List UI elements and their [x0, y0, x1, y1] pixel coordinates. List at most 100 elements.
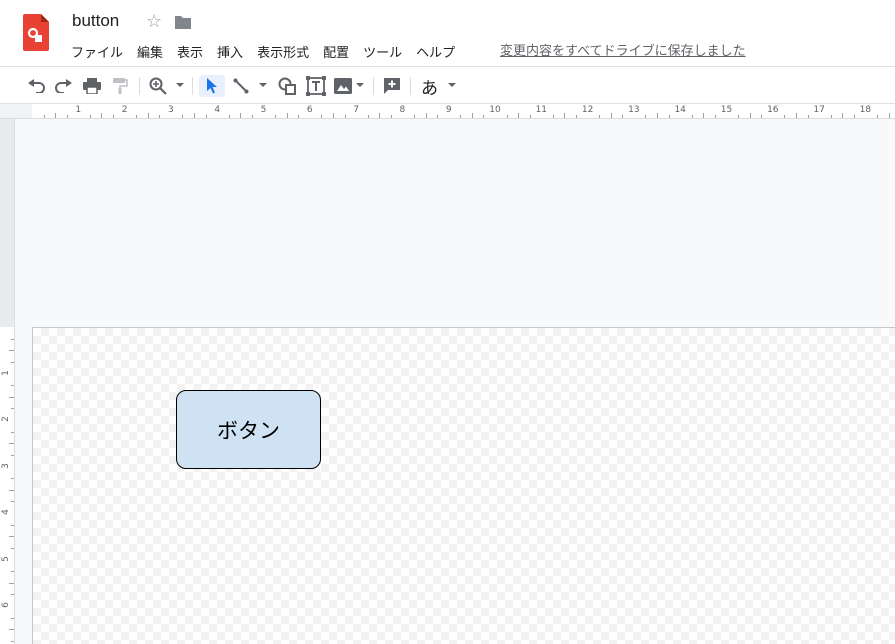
zoom-button[interactable]	[148, 75, 168, 97]
ruler-tick	[11, 385, 14, 387]
ruler-label: 11	[535, 105, 548, 115]
line-icon	[233, 78, 249, 94]
ruler-tick	[11, 338, 14, 340]
ruler-tick	[668, 115, 670, 118]
ruler-label: 5	[0, 555, 11, 562]
select-tool-button[interactable]	[199, 75, 225, 97]
menu-file[interactable]: ファイル	[71, 42, 123, 61]
ruler-label: 10	[489, 105, 501, 115]
ruler-tick	[749, 113, 751, 118]
text-style-dropdown-icon[interactable]	[448, 83, 456, 87]
add-comment-button[interactable]	[382, 75, 402, 97]
toolbar-divider	[410, 77, 411, 95]
ruler-tick	[194, 113, 196, 118]
ruler-label: 7	[353, 105, 359, 115]
textbox-icon	[306, 76, 326, 96]
image-tool-button[interactable]	[333, 75, 353, 97]
ruler-tick	[11, 431, 14, 433]
horizontal-ruler[interactable]: 1 2 3 4 5 6 7 8 9 10 11 12 13 14 15 16 17 18	[0, 104, 895, 119]
print-button[interactable]	[82, 75, 102, 97]
ruler-tick	[9, 396, 14, 398]
ruler-tick	[275, 115, 277, 118]
ruler-tick	[43, 115, 45, 118]
ruler-label: 4	[0, 509, 11, 515]
ruler-tick	[610, 113, 612, 118]
ruler-tick	[9, 443, 14, 445]
drawings-app: button ☆ ファイル 編集 表示 挿入 表示形式 配置 ツール ヘルプ 変…	[0, 0, 895, 644]
ruler-tick	[425, 113, 427, 118]
button-shape-text: ボタン	[217, 418, 280, 443]
menu-edit[interactable]: 編集	[137, 42, 163, 61]
line-tool-button[interactable]	[231, 75, 251, 97]
ruler-tick	[228, 115, 230, 118]
drawings-logo-icon[interactable]	[23, 14, 49, 51]
ruler-tick	[437, 115, 439, 118]
redo-button[interactable]	[54, 75, 74, 97]
redo-icon	[55, 79, 72, 93]
menu-insert[interactable]: 挿入	[217, 42, 243, 61]
ruler-tick	[11, 617, 14, 619]
ruler-label: 1	[0, 369, 11, 376]
ruler-tick	[11, 478, 14, 480]
ruler-tick	[321, 115, 323, 118]
line-dropdown-icon[interactable]	[259, 83, 267, 87]
ruler-tick	[136, 115, 138, 118]
select-icon	[207, 78, 217, 94]
undo-button[interactable]	[26, 75, 46, 97]
menu-format[interactable]: 表示形式	[257, 42, 309, 61]
button-shape[interactable]: ボタン	[176, 390, 321, 469]
print-icon	[83, 78, 101, 94]
save-status-link[interactable]: 変更内容をすべてドライブに保存しました	[500, 40, 746, 59]
ruler-tick	[460, 115, 462, 118]
ruler-tick	[471, 113, 473, 118]
ruler-tick	[657, 113, 659, 118]
undo-icon	[28, 79, 45, 93]
ruler-label: 3	[168, 105, 174, 115]
ruler-tick	[66, 115, 68, 118]
vertical-ruler[interactable]: 1 2 3 4 5 6	[0, 119, 15, 644]
ruler-tick	[240, 113, 242, 118]
ruler-tick	[564, 113, 566, 118]
ruler-tick	[11, 571, 14, 573]
image-dropdown-icon[interactable]	[356, 83, 364, 87]
ruler-tick	[11, 501, 14, 503]
menu-view[interactable]: 表示	[177, 42, 203, 61]
zoom-icon	[149, 77, 167, 95]
ruler-tick	[251, 115, 253, 118]
ruler-corner	[0, 104, 32, 118]
textbox-tool-button[interactable]	[305, 75, 327, 97]
paint-format-button[interactable]	[110, 75, 130, 97]
folder-icon[interactable]	[174, 14, 192, 30]
ruler-tick	[518, 113, 520, 118]
menu-arrange[interactable]: 配置	[323, 42, 349, 61]
ruler-label: 18	[859, 105, 872, 115]
ruler-label: 13	[628, 105, 640, 115]
ruler-tick	[888, 113, 890, 118]
ruler-tick	[9, 489, 14, 491]
drawing-canvas[interactable]	[32, 327, 895, 644]
zoom-dropdown-icon[interactable]	[176, 83, 184, 87]
ruler-tick	[622, 115, 624, 118]
menu-help[interactable]: ヘルプ	[416, 42, 455, 61]
ruler-tick	[807, 115, 809, 118]
ruler-tick	[9, 629, 14, 631]
star-icon[interactable]: ☆	[146, 12, 162, 32]
ruler-tick	[11, 547, 14, 549]
ruler-tick	[147, 113, 149, 118]
ruler-label: 14	[674, 105, 686, 115]
menu-tools[interactable]: ツール	[363, 42, 402, 61]
ruler-tick	[9, 536, 14, 538]
ruler-label: 15	[720, 105, 733, 115]
ruler-label: 2	[121, 105, 128, 115]
toolbar-divider	[139, 77, 140, 95]
document-title[interactable]: button	[72, 11, 119, 31]
ruler-tick	[645, 115, 647, 118]
ruler-tick	[113, 115, 115, 118]
ruler-tick	[714, 115, 716, 118]
text-style-button[interactable]: あ	[421, 74, 438, 99]
ruler-tick	[344, 115, 346, 118]
shape-tool-button[interactable]	[277, 75, 297, 97]
ruler-tick	[842, 113, 844, 118]
ruler-tick	[298, 115, 300, 118]
ruler-tick	[367, 115, 369, 118]
